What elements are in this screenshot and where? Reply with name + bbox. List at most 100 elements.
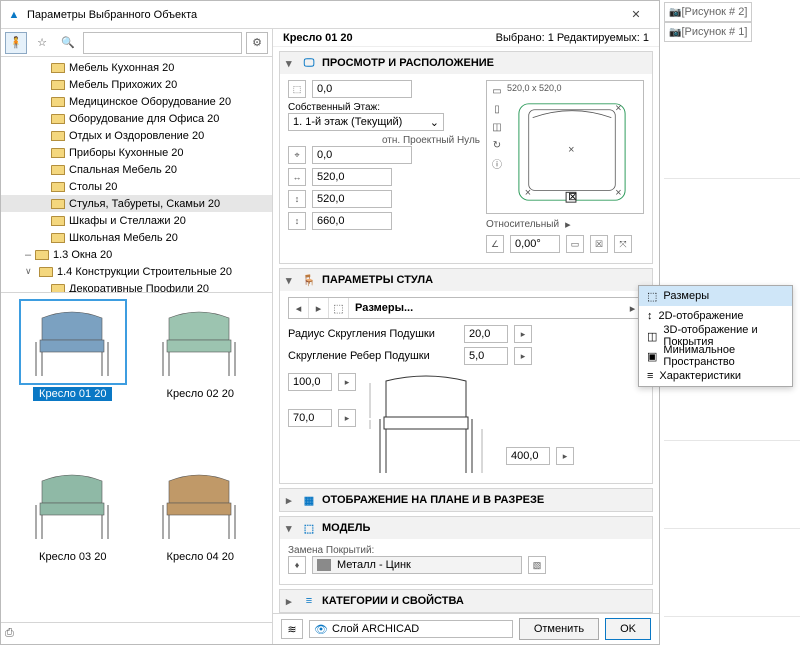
stepper-icon[interactable]: ▸	[514, 347, 532, 365]
popup-item-icon: ▣	[647, 350, 657, 363]
folder-icon	[51, 216, 65, 226]
material-field[interactable]: Металл - Цинк	[312, 556, 522, 574]
folder-icon	[51, 148, 65, 158]
settings-gear-icon[interactable]: ⚙	[246, 32, 268, 54]
layer-field[interactable]: 👁Слой ARCHICAD	[309, 620, 513, 638]
search-input[interactable]	[83, 32, 242, 54]
thumb-caption: Кресло 02 20	[161, 387, 240, 401]
cube-icon: ⬚	[288, 80, 306, 98]
dim1-field[interactable]: 520,0	[312, 168, 392, 186]
tree-item[interactable]: Декоративные Профили 20	[1, 280, 272, 292]
material-icon[interactable]: ♦	[288, 556, 306, 574]
rel-field[interactable]: 0,0	[312, 146, 412, 164]
stepper-icon[interactable]: ▸	[338, 409, 356, 427]
section-plan-header[interactable]: ▸ ▦ ОТОБРАЖЕНИЕ НА ПЛАНЕ И В РАЗРЕЗЕ	[280, 489, 652, 511]
preview-tool-elev-icon[interactable]: ▯	[491, 103, 503, 115]
preview-tool-3d-icon[interactable]: ◫	[491, 121, 503, 133]
preview-tool-rot-icon[interactable]: ↻	[491, 139, 503, 151]
library-mode-icon[interactable]: 🧍	[5, 32, 27, 54]
thumbnail[interactable]: Кресло 02 20	[139, 299, 263, 458]
tree-item[interactable]: Оборудование для Офиса 20	[1, 110, 272, 127]
section-params-header[interactable]: ▾ 🪑 ПАРАМЕТРЫ СТУЛА	[280, 269, 652, 291]
popup-item[interactable]: ▣Минимальное Пространство	[639, 346, 792, 366]
preview-tool-plan-icon[interactable]: ▭	[491, 85, 503, 97]
bg-tab[interactable]: 📷 [Рисунок # 2]	[664, 2, 752, 22]
tab-dims-icon: ⬚	[329, 298, 349, 318]
dim-z-icon: ↕	[288, 212, 306, 230]
folder-icon	[51, 165, 65, 175]
object-settings-window: ▲ Параметры Выбранного Объекта ✕ 🧍 ☆ 🔍 ⚙…	[0, 0, 660, 645]
svg-text:×: ×	[568, 144, 574, 156]
section-preview-header[interactable]: ▾ 🖵 ПРОСМОТР И РАСПОЛОЖЕНИЕ	[280, 52, 652, 74]
popup-item[interactable]: ↕2D-отображение	[639, 306, 792, 326]
params-tabs[interactable]: ◂ ▸ ⬚ Размеры... ▸	[288, 297, 644, 319]
object-thumbnails: Кресло 01 20 Кресло 02 20 Кресло 03 20Крес…	[1, 292, 272, 622]
dimA-field[interactable]: 100,0	[288, 373, 332, 391]
dimB-field[interactable]: 70,0	[288, 409, 332, 427]
edge-label: Скругление Ребер Подушки	[288, 350, 458, 362]
dimC-field[interactable]: 400,0	[506, 447, 550, 465]
collapse-arrow-icon: ▾	[286, 57, 296, 70]
cancel-button[interactable]: Отменить	[519, 618, 599, 640]
tab-next-icon[interactable]: ▸	[309, 298, 329, 318]
tree-item[interactable]: Стулья, Табуреты, Скамьи 20	[1, 195, 272, 212]
tree-item-label: Стулья, Табуреты, Скамьи 20	[69, 198, 220, 210]
tree-item[interactable]: Мебель Кухонная 20	[1, 59, 272, 76]
popup-item[interactable]: ⬚Размеры	[639, 286, 792, 306]
tree-item[interactable]: Медицинское Оборудование 20	[1, 93, 272, 110]
tree-item[interactable]: 1.4 Конструкции Строительные 20	[1, 263, 272, 280]
radius-field[interactable]: 20,0	[464, 325, 508, 343]
tree-item[interactable]: 1.3 Окна 20	[1, 246, 272, 263]
tree-item[interactable]: Спальная Мебель 20	[1, 161, 272, 178]
tree-item[interactable]: Мебель Прихожих 20	[1, 76, 272, 93]
section-categories-header[interactable]: ▸ ≡ КАТЕГОРИИ И СВОЙСТВА	[280, 590, 652, 612]
right-header: Кресло 01 20 Выбрано: 1 Редактируемых: 1	[273, 29, 659, 47]
expand-arrow-icon: ▸	[286, 595, 296, 608]
popup-item[interactable]: ≡Характеристики	[639, 366, 792, 386]
search-icon[interactable]: 🔍	[57, 32, 79, 54]
expand-arrow-icon: ▸	[286, 494, 296, 507]
layer-icon[interactable]: ≋	[281, 619, 303, 639]
chair-elevation-preview	[366, 373, 496, 477]
params-popup-menu[interactable]: ⬚Размеры↕2D-отображение◫3D-отображение и…	[638, 285, 793, 387]
thumbnail[interactable]: Кресло 01 20	[11, 299, 135, 458]
tree-item-label: 1.4 Конструкции Строительные 20	[57, 266, 232, 278]
section-categories: ▸ ≡ КАТЕГОРИИ И СВОЙСТВА	[279, 589, 653, 613]
favorites-icon[interactable]: ☆	[31, 32, 53, 54]
tree-item[interactable]: Шкафы и Стеллажи 20	[1, 212, 272, 229]
edge-field[interactable]: 5,0	[464, 347, 508, 365]
folder-icon	[51, 131, 65, 141]
angle-field[interactable]: 0,00°	[510, 235, 560, 253]
tree-item[interactable]: Столы 20	[1, 178, 272, 195]
folder-tree[interactable]: Мебель Кухонная 20Мебель Прихожих 20 Меди…	[1, 57, 272, 292]
tree-item[interactable]: Школьная Мебель 20	[1, 229, 272, 246]
stepper-icon[interactable]: ▸	[338, 373, 356, 391]
popup-item-icon: ⬚	[647, 290, 657, 303]
library-footer-icon[interactable]: ⎙	[5, 627, 14, 640]
tree-item[interactable]: Отдых и Оздоровление 20	[1, 127, 272, 144]
stepper-icon[interactable]: ▸	[556, 447, 574, 465]
close-button[interactable]: ✕	[619, 1, 653, 29]
ok-button[interactable]: OK	[605, 618, 651, 640]
section-model-header[interactable]: ▾ ⬚ МОДЕЛЬ	[280, 517, 652, 539]
thumbnail[interactable]: Кресло 04 20	[139, 462, 263, 621]
svg-text:×: ×	[615, 187, 621, 199]
tab-prev-icon[interactable]: ◂	[289, 298, 309, 318]
preview-tool-info-icon[interactable]: ⓘ	[491, 157, 503, 169]
mirror-y-icon[interactable]: ☒	[590, 235, 608, 253]
popup-item[interactable]: ◫3D-отображение и Покрытия	[639, 326, 792, 346]
thumbnail[interactable]: Кресло 03 20	[11, 462, 135, 621]
mirror-x-icon[interactable]: ▭	[566, 235, 584, 253]
elevation-field[interactable]: 0,0	[312, 80, 412, 98]
dim3-field[interactable]: 660,0	[312, 212, 392, 230]
storey-select[interactable]: 1. 1-й этаж (Текущий)⌄	[288, 113, 444, 131]
material-browse-icon[interactable]: ▧	[528, 556, 546, 574]
dim2-field[interactable]: 520,0	[312, 190, 392, 208]
flip-icon[interactable]: ⤧	[614, 235, 632, 253]
tree-item-label: Медицинское Оборудование 20	[69, 96, 231, 108]
section-plan: ▸ ▦ ОТОБРАЖЕНИЕ НА ПЛАНЕ И В РАЗРЕЗЕ	[279, 488, 653, 512]
stepper-icon[interactable]: ▸	[514, 325, 532, 343]
rel-mode-label[interactable]: Относительный	[486, 219, 559, 230]
object-name: Кресло 01 20	[283, 32, 353, 44]
tree-item[interactable]: Приборы Кухонные 20	[1, 144, 272, 161]
